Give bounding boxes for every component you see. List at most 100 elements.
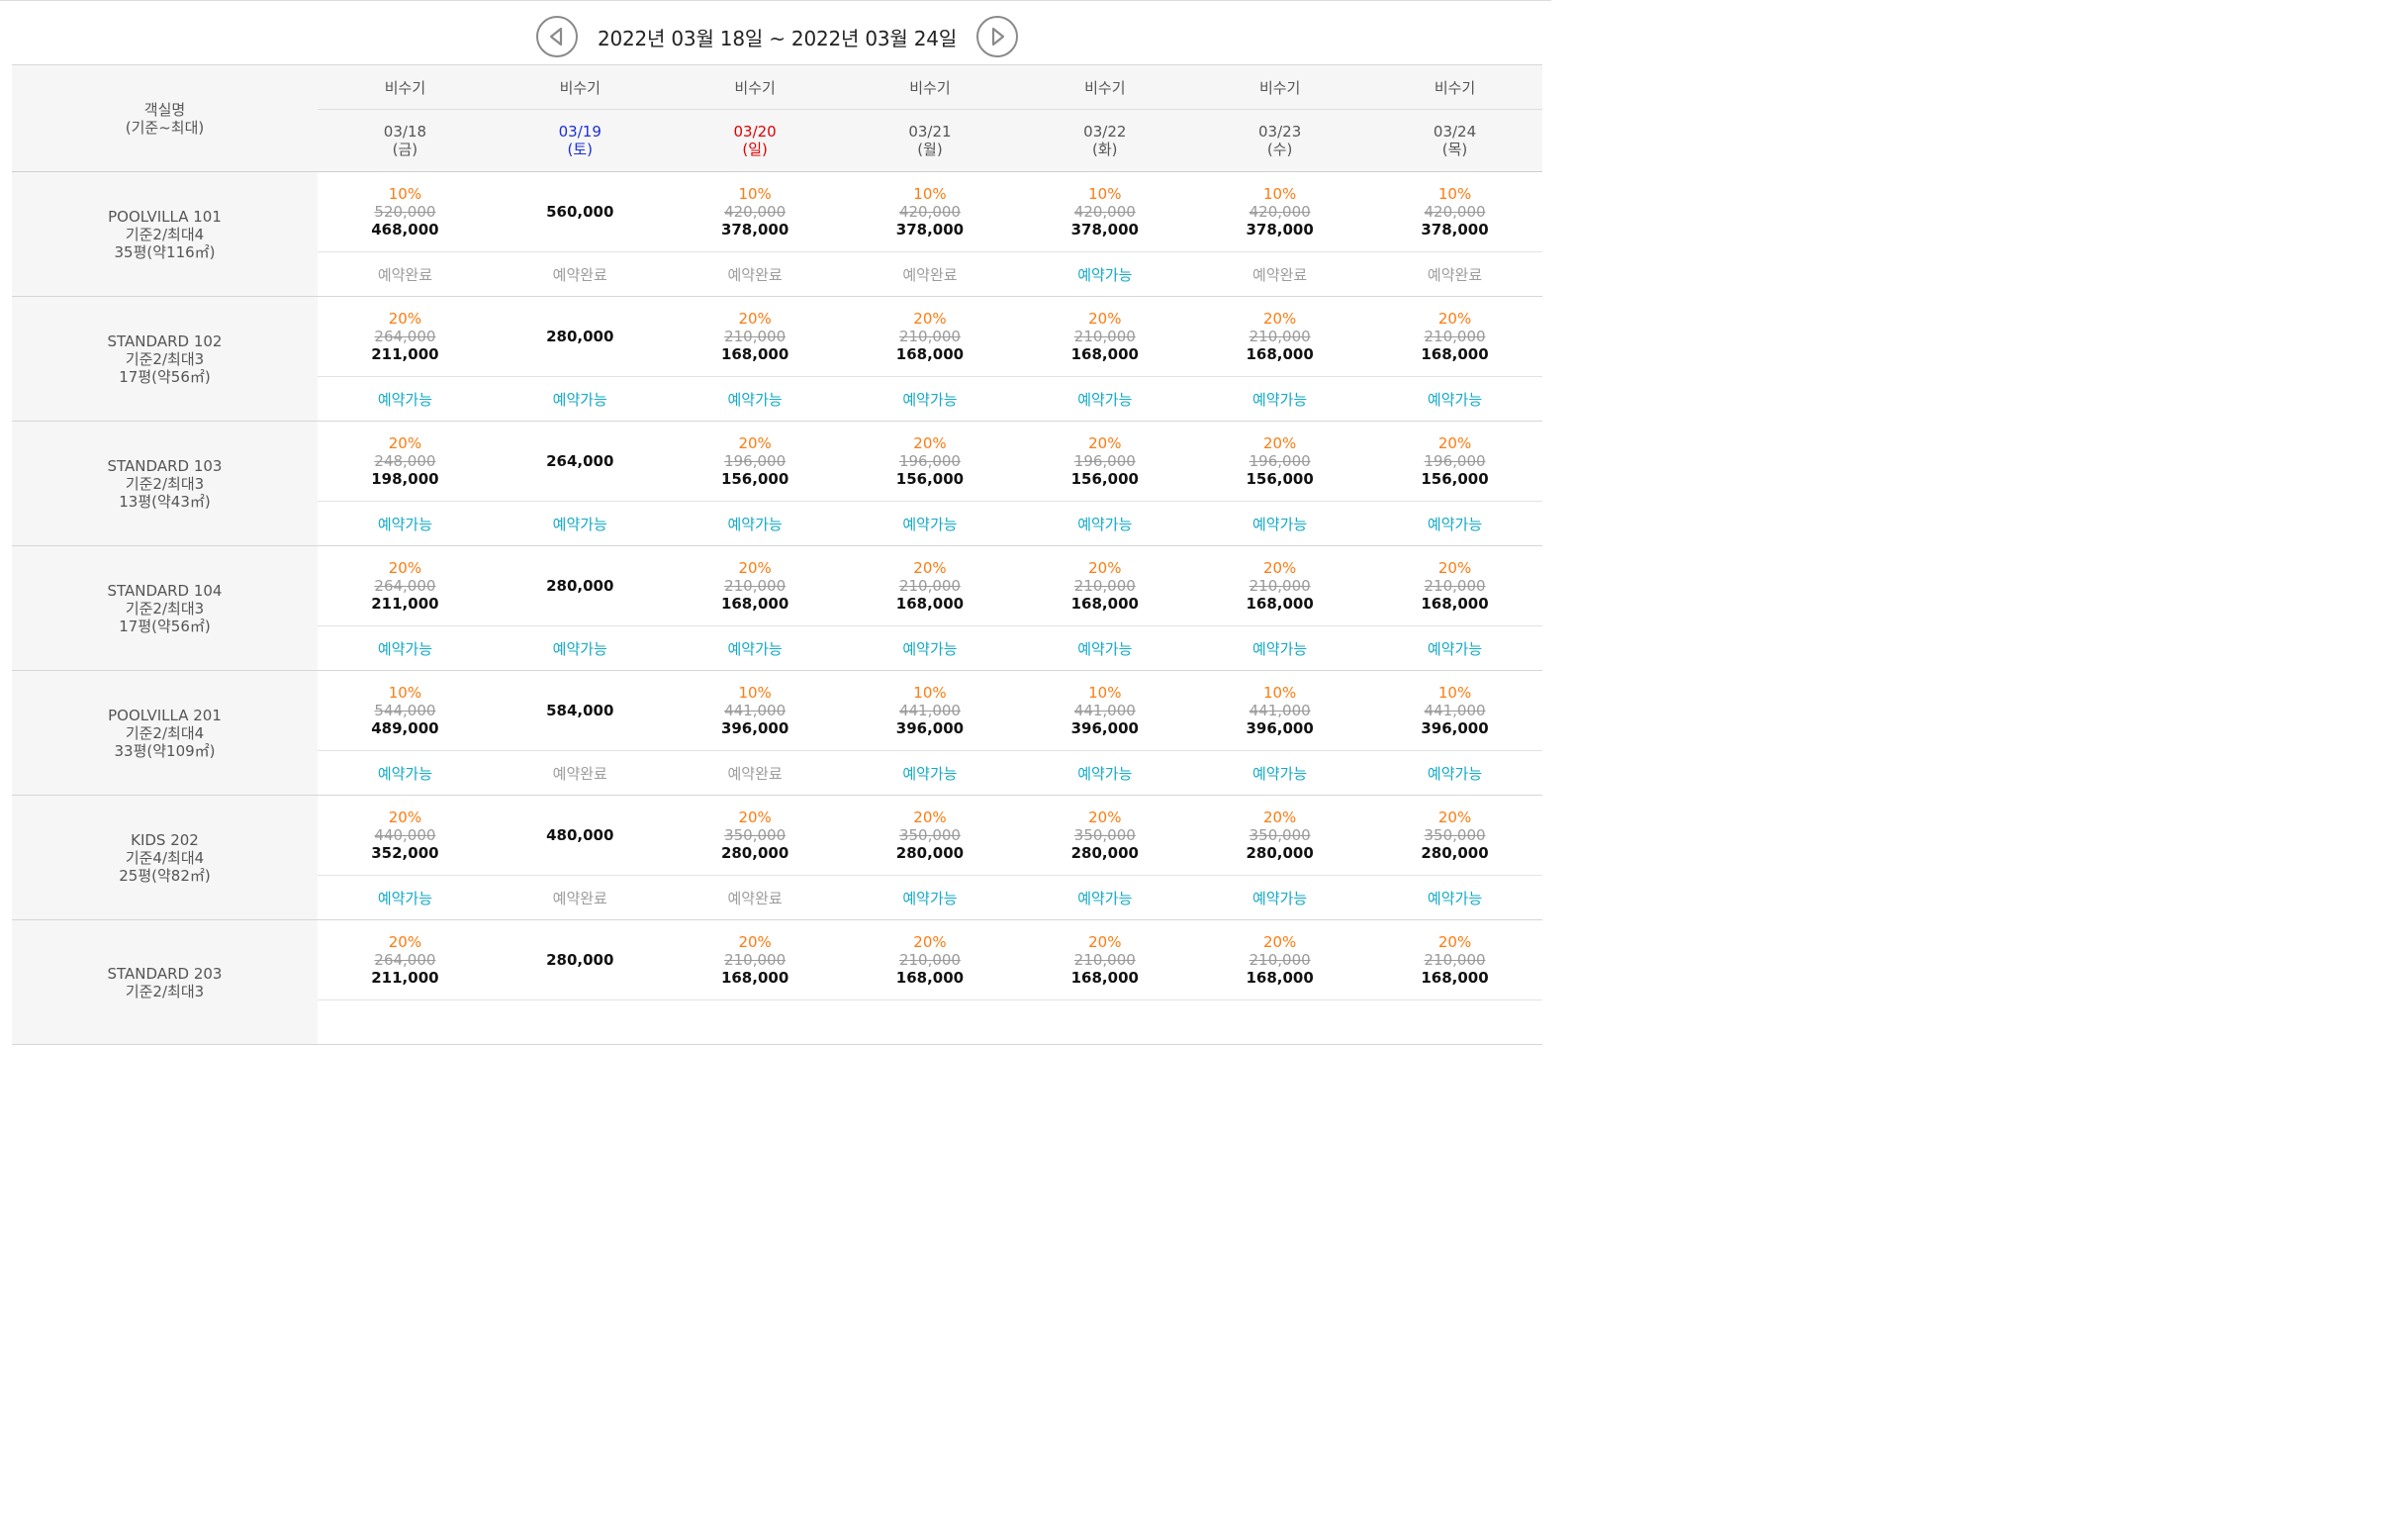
reserve-available-link[interactable]: 예약가능 — [1428, 765, 1482, 783]
reserve-available-link[interactable]: 예약가능 — [1252, 391, 1307, 409]
reserve-available-link[interactable]: 예약가능 — [1428, 516, 1482, 533]
price-cell: 20% 210,000 168,000 — [1017, 545, 1193, 626]
final-price: 280,000 — [1246, 844, 1314, 862]
reserve-available-link[interactable]: 예약가능 — [1077, 765, 1132, 783]
price-cell: 20% 440,000 352,000 — [318, 795, 493, 876]
final-price: 168,000 — [1070, 345, 1139, 363]
final-price: 168,000 — [720, 595, 789, 613]
reserve-available-link[interactable]: 예약가능 — [1077, 640, 1132, 658]
status-cell: 예약가능 — [1017, 501, 1193, 546]
final-price: 280,000 — [1070, 844, 1139, 862]
final-price: 211,000 — [371, 595, 439, 613]
status-cell: 예약가능 — [492, 625, 668, 671]
date-header: 03/20 (일) — [667, 109, 843, 172]
price-cell: 20% 196,000 156,000 — [1017, 421, 1193, 502]
season-header: 비수기 — [1192, 64, 1368, 110]
reserve-available-link[interactable]: 예약가능 — [1077, 266, 1132, 284]
reserve-available-link[interactable]: 예약가능 — [553, 516, 607, 533]
status-cell — [1192, 999, 1368, 1045]
original-price: 196,000 — [1073, 452, 1136, 470]
discount-rate: 20% — [388, 310, 422, 328]
next-week-button[interactable] — [976, 16, 1018, 57]
reserve-available-link[interactable]: 예약가능 — [902, 890, 957, 907]
room-name: STANDARD 102 — [107, 332, 223, 350]
reserve-available-link[interactable]: 예약가능 — [1252, 640, 1307, 658]
reserve-available-link[interactable]: 예약가능 — [728, 640, 783, 658]
reserve-available-link[interactable]: 예약가능 — [1077, 516, 1132, 533]
status-cell: 예약가능 — [842, 875, 1018, 920]
final-price: 468,000 — [371, 221, 439, 238]
price-cell: 10% 420,000 378,000 — [1367, 171, 1542, 252]
reserve-available-link[interactable]: 예약가능 — [902, 765, 957, 783]
status-cell: 예약완료 — [492, 750, 668, 796]
reserve-available-link[interactable]: 예약가능 — [1428, 391, 1482, 409]
final-price: 378,000 — [895, 221, 965, 238]
reserve-available-link[interactable]: 예약가능 — [902, 516, 957, 533]
price-cell: 20% 210,000 168,000 — [667, 296, 843, 377]
top-divider — [0, 0, 1551, 1]
discount-rate: 20% — [738, 933, 772, 951]
discount-rate: 20% — [738, 310, 772, 328]
status-cell: 예약가능 — [1192, 750, 1368, 796]
reserve-available-link[interactable]: 예약가능 — [553, 391, 607, 409]
discount-rate: 10% — [1437, 185, 1472, 203]
price-cell: 20% 196,000 156,000 — [1192, 421, 1368, 502]
status-cell: 예약가능 — [318, 875, 493, 920]
reserve-available-link[interactable]: 예약가능 — [1252, 516, 1307, 533]
price-cell: 20% 350,000 280,000 — [667, 795, 843, 876]
price-cell: 480,000 — [492, 795, 668, 876]
reserve-available-link[interactable]: 예약가능 — [553, 640, 607, 658]
price-cell: 264,000 — [492, 421, 668, 502]
status-cell: 예약완료 — [667, 251, 843, 297]
discount-rate: 20% — [1262, 434, 1297, 452]
price-cell: 20% 210,000 168,000 — [842, 296, 1018, 377]
final-price: 280,000 — [895, 844, 965, 862]
reserve-available-link[interactable]: 예약가능 — [1077, 391, 1132, 409]
reserve-available-link[interactable]: 예약가능 — [728, 391, 783, 409]
reserve-available-link[interactable]: 예약가능 — [728, 516, 783, 533]
price-cell: 20% 210,000 168,000 — [1192, 545, 1368, 626]
original-price: 420,000 — [898, 203, 961, 221]
final-price: 168,000 — [1246, 345, 1314, 363]
reserve-available-link[interactable]: 예약가능 — [902, 391, 957, 409]
final-price: 480,000 — [546, 826, 614, 844]
date-header: 03/19 (토) — [492, 109, 668, 172]
reserve-available-link[interactable]: 예약가능 — [378, 391, 432, 409]
original-price: 264,000 — [374, 577, 436, 595]
status-cell: 예약가능 — [318, 376, 493, 422]
reserve-available-link[interactable]: 예약가능 — [1428, 640, 1482, 658]
discount-rate: 20% — [1262, 809, 1297, 826]
original-price: 441,000 — [724, 702, 787, 719]
status-cell: 예약완료 — [667, 750, 843, 796]
final-price: 198,000 — [371, 470, 439, 488]
reserve-available-link[interactable]: 예약가능 — [378, 890, 432, 907]
discount-rate: 10% — [1437, 684, 1472, 702]
room-capacity: 기준2/최대3 — [125, 599, 205, 618]
reserve-available-link[interactable]: 예약가능 — [378, 516, 432, 533]
reserve-available-link[interactable]: 예약가능 — [1077, 890, 1132, 907]
price-cell: 20% 264,000 211,000 — [318, 919, 493, 1000]
final-price: 264,000 — [546, 452, 614, 470]
price-cell: 10% 441,000 396,000 — [1367, 670, 1542, 751]
prev-week-button[interactable] — [536, 16, 578, 57]
status-cell: 예약완료 — [492, 251, 668, 297]
status-cell: 예약가능 — [1367, 875, 1542, 920]
reserve-available-link[interactable]: 예약가능 — [1252, 765, 1307, 783]
status-cell — [1017, 999, 1193, 1045]
reserve-available-link[interactable]: 예약가능 — [378, 640, 432, 658]
reserve-available-link[interactable]: 예약가능 — [902, 640, 957, 658]
discount-rate: 20% — [738, 809, 772, 826]
final-price: 211,000 — [371, 969, 439, 987]
reserve-available-link[interactable]: 예약가능 — [1252, 890, 1307, 907]
status-cell — [492, 999, 668, 1045]
original-price: 196,000 — [724, 452, 787, 470]
price-cell: 20% 248,000 198,000 — [318, 421, 493, 502]
price-cell: 20% 350,000 280,000 — [1192, 795, 1368, 876]
original-price: 520,000 — [374, 203, 436, 221]
reserve-available-link[interactable]: 예약가능 — [378, 765, 432, 783]
price-cell: 280,000 — [492, 919, 668, 1000]
season-header: 비수기 — [667, 64, 843, 110]
reserve-available-link[interactable]: 예약가능 — [1428, 890, 1482, 907]
weekday-label: (수) — [1266, 141, 1293, 158]
status-cell: 예약완료 — [1367, 251, 1542, 297]
